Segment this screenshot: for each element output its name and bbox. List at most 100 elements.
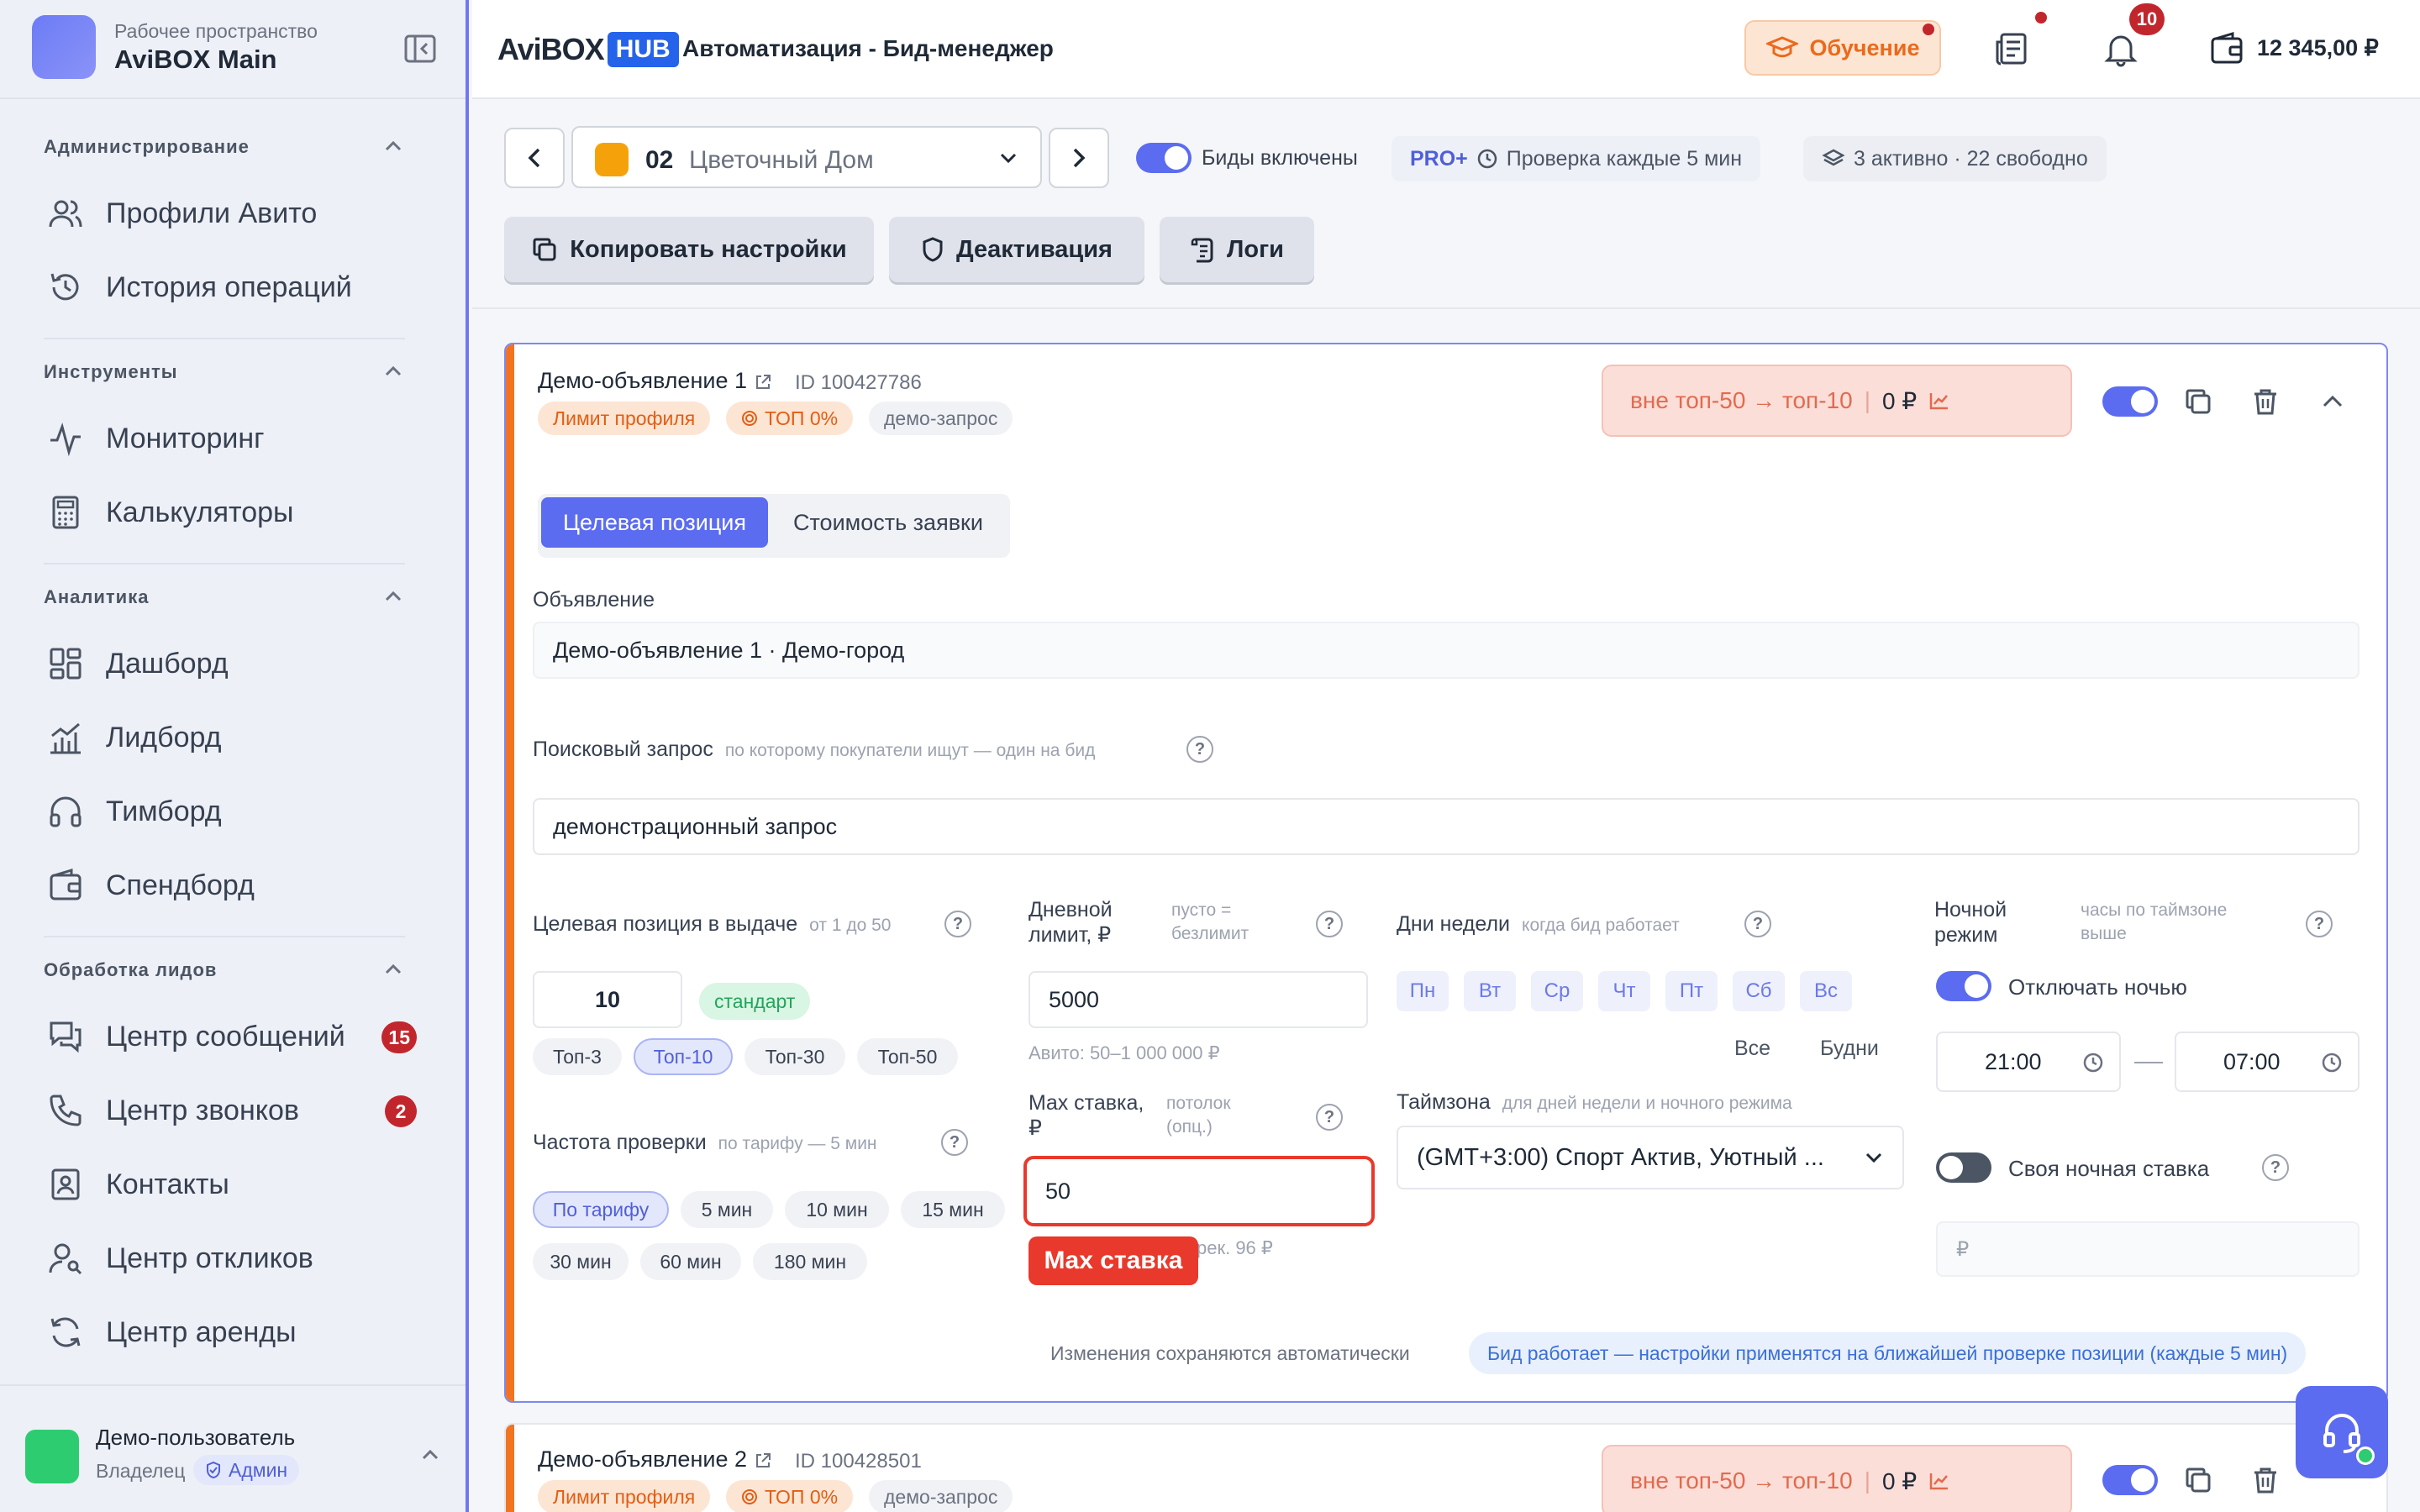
position-status[interactable]: вне топ-50 → топ-10 | 0 ₽ — [1602, 1445, 2072, 1512]
sidebar-item-leadboard[interactable]: Лидборд — [47, 712, 417, 763]
help-icon[interactable]: ? — [2306, 911, 2333, 937]
sidebar-item-responses[interactable]: Центр откликов — [47, 1233, 417, 1284]
timezone-select[interactable]: (GMT+3:00) Спорт Актив, Уютный ... — [1397, 1126, 1904, 1189]
balance-amount[interactable]: 12 345,00 ₽ — [2257, 35, 2379, 61]
sidebar-item-history[interactable]: История операций — [47, 262, 417, 312]
freq-5-min[interactable]: 5 мин — [681, 1191, 773, 1228]
help-icon[interactable]: ? — [1744, 911, 1771, 937]
wallet-icon[interactable] — [2208, 30, 2245, 67]
help-icon[interactable]: ? — [1186, 736, 1213, 763]
external-link-icon[interactable] — [754, 1452, 772, 1470]
night-to-input[interactable]: 07:00 — [2175, 1032, 2360, 1092]
daily-limit-note: Авито: 50–1 000 000 ₽ — [1028, 1042, 1220, 1063]
days-all-button[interactable]: Все — [1734, 1037, 1770, 1061]
trash-icon[interactable] — [2250, 1465, 2281, 1495]
bid-active-toggle[interactable] — [2102, 1465, 2158, 1495]
learning-button[interactable]: Обучение — [1744, 20, 1941, 76]
sidebar-collapse-icon[interactable] — [403, 34, 437, 64]
external-link-icon[interactable] — [754, 373, 772, 391]
chevron-up-icon[interactable] — [381, 961, 405, 978]
sidebar-item-profiles[interactable]: Профили Авито — [47, 188, 417, 239]
preset-top-3[interactable]: Топ-3 — [533, 1038, 622, 1075]
section-leads[interactable]: Обработка лидов — [44, 959, 217, 981]
tab-target-position[interactable]: Целевая позиция — [541, 497, 768, 548]
days-weekdays-button[interactable]: Будни — [1820, 1037, 1879, 1061]
preset-top-50[interactable]: Топ-50 — [857, 1038, 958, 1075]
account-select[interactable]: 02 Цветочный Дом — [571, 126, 1042, 188]
sidebar-item-calculators[interactable]: Калькуляторы — [47, 487, 417, 538]
search-query-input[interactable]: демонстрационный запрос — [533, 798, 2360, 855]
prev-account-button[interactable] — [504, 128, 565, 188]
copy-settings-button[interactable]: Копировать настройки — [504, 217, 874, 282]
user-menu[interactable]: Демо-пользователь Владелец Админ — [25, 1420, 445, 1495]
ad-title[interactable]: Демо-объявление 1 — [538, 368, 772, 394]
deactivation-button[interactable]: Деактивация — [889, 217, 1144, 282]
day-thu[interactable]: Чт — [1598, 971, 1650, 1011]
tab-lead-cost[interactable]: Стоимость заявки — [793, 497, 983, 548]
sidebar-item-calls[interactable]: Центр звонков 2 — [47, 1085, 417, 1136]
help-icon[interactable]: ? — [1316, 911, 1343, 937]
clock-icon — [2083, 1053, 2103, 1073]
support-button[interactable] — [2296, 1386, 2388, 1478]
bid-active-toggle[interactable] — [2102, 386, 2158, 417]
section-analytics[interactable]: Аналитика — [44, 586, 149, 608]
sidebar-item-messages[interactable]: Центр сообщений 15 — [47, 1011, 417, 1062]
bell-icon[interactable] — [2102, 30, 2139, 67]
ad-title[interactable]: Демо-объявление 2 — [538, 1446, 772, 1473]
help-icon[interactable]: ? — [941, 1129, 968, 1156]
freq-15-min[interactable]: 15 мин — [901, 1191, 1005, 1228]
brand-logo[interactable]: AviBOX HUB — [497, 32, 679, 67]
sidebar-item-monitoring[interactable]: Мониторинг — [47, 413, 417, 464]
chevron-up-icon[interactable] — [2317, 386, 2348, 417]
section-tools[interactable]: Инструменты — [44, 361, 178, 383]
night-bid-input[interactable]: ₽ — [1936, 1221, 2360, 1277]
logs-button[interactable]: Логи — [1160, 217, 1314, 282]
chevron-up-icon[interactable] — [381, 588, 405, 605]
help-icon[interactable]: ? — [944, 911, 971, 937]
help-icon[interactable]: ? — [1316, 1104, 1343, 1131]
copy-icon[interactable] — [2183, 386, 2213, 417]
freq-tariff[interactable]: По тарифу — [533, 1191, 669, 1228]
sidebar-item-teamboard[interactable]: Тимборд — [47, 786, 417, 837]
freq-10-min[interactable]: 10 мин — [785, 1191, 889, 1228]
preset-top-10[interactable]: Топ-10 — [634, 1038, 733, 1075]
trash-icon[interactable] — [2250, 386, 2281, 417]
sidebar-item-dashboard[interactable]: Дашборд — [47, 638, 417, 689]
day-sun[interactable]: Вс — [1800, 971, 1852, 1011]
position-status[interactable]: вне топ-50 → топ-10 | 0 ₽ — [1602, 365, 2072, 437]
freq-60-min[interactable]: 60 мин — [640, 1243, 741, 1280]
sidebar-item-rental[interactable]: Центр аренды — [47, 1307, 417, 1357]
night-from-value: 21:00 — [1985, 1048, 2042, 1074]
target-position-input[interactable]: 10 — [533, 971, 682, 1028]
daily-limit-input[interactable]: 5000 — [1028, 971, 1368, 1028]
section-admin[interactable]: Администрирование — [44, 136, 250, 158]
day-tue[interactable]: Вт — [1464, 971, 1516, 1011]
freq-30-min[interactable]: 30 мин — [533, 1243, 629, 1280]
night-from-input[interactable]: 21:00 — [1936, 1032, 2121, 1092]
sidebar-item-contacts[interactable]: Контакты — [47, 1159, 417, 1210]
copy-icon[interactable] — [2183, 1465, 2213, 1495]
night-off-toggle[interactable] — [1936, 971, 1991, 1001]
chevron-down-icon — [1865, 1152, 1882, 1163]
learning-dot — [1923, 24, 1934, 35]
day-wed[interactable]: Ср — [1531, 971, 1583, 1011]
day-mon[interactable]: Пн — [1397, 971, 1449, 1011]
chevron-up-icon[interactable] — [381, 363, 405, 380]
chart-line-icon — [1929, 393, 1949, 410]
chevron-up-icon[interactable] — [381, 138, 405, 155]
preset-top-30[interactable]: Топ-30 — [744, 1038, 845, 1075]
refresh-icon — [50, 1317, 81, 1347]
ad-field[interactable]: Демо-объявление 1 · Демо-город — [533, 622, 2360, 679]
day-fri[interactable]: Пт — [1665, 971, 1718, 1011]
day-sat[interactable]: Сб — [1733, 971, 1785, 1011]
night-bid-toggle[interactable] — [1936, 1152, 1991, 1183]
max-hint-line2: (опц.) — [1166, 1117, 1213, 1137]
sidebar-item-spendboard[interactable]: Спендборд — [47, 860, 417, 911]
freq-180-min[interactable]: 180 мин — [753, 1243, 867, 1280]
max-bid-input[interactable]: 50 — [1023, 1156, 1375, 1226]
next-account-button[interactable] — [1049, 128, 1109, 188]
bids-enabled-toggle[interactable] — [1136, 143, 1192, 173]
workspace-switcher[interactable]: Рабочее пространство AviBOX Main — [32, 15, 318, 79]
help-icon[interactable]: ? — [2262, 1154, 2289, 1181]
news-icon[interactable] — [1993, 30, 2030, 67]
